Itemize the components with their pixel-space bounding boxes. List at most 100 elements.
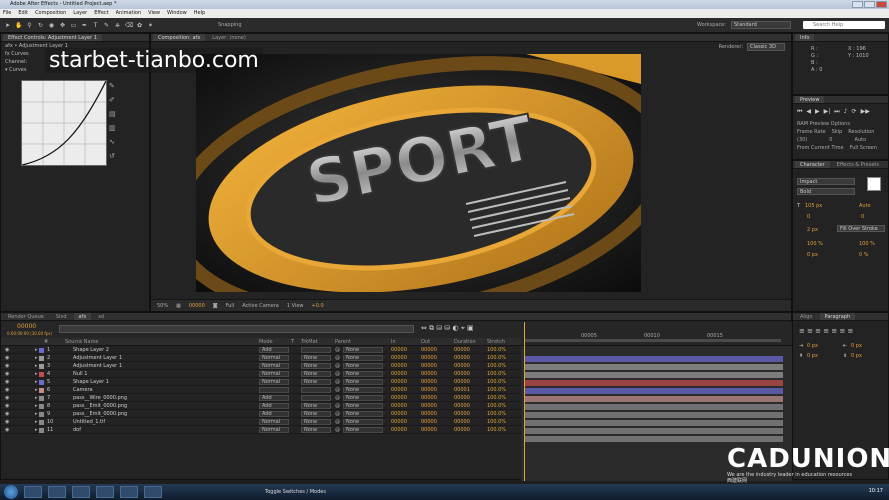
table-row[interactable]: ◉ ▸ 5 Shape Layer 1 Normal None @ None 00000 0000…	[1, 378, 521, 386]
tracking-value[interactable]: 0	[861, 214, 864, 220]
layer-out[interactable]: 00000	[421, 402, 437, 410]
layer-name[interactable]: Adjustment Layer 1	[73, 362, 122, 370]
expand-arrow-icon[interactable]: ▸	[35, 394, 38, 402]
taskbar-app-explorer[interactable]	[24, 486, 42, 498]
expand-arrow-icon[interactable]: ▸	[35, 410, 38, 418]
paragraph-align-icons[interactable]: ≡ ≡ ≡ ≡ ≡ ≡ ≡	[799, 327, 853, 335]
layer-name[interactable]: pass__Emit_0000.png	[73, 410, 127, 418]
expand-arrow-icon[interactable]: ▸	[35, 346, 38, 354]
full-screen-checkbox[interactable]: Full Screen	[850, 144, 877, 152]
layer-stretch[interactable]: 100.0%	[487, 362, 506, 370]
layer-name[interactable]: Untitled_1.tif	[73, 418, 105, 426]
maximize-button[interactable]	[864, 1, 875, 8]
visibility-eye-icon[interactable]: ◉	[5, 410, 9, 418]
taskbar-app-browser[interactable]	[96, 486, 114, 498]
rectangle-tool-icon[interactable]: ▭	[70, 22, 77, 29]
layer-trkmat-select[interactable]	[301, 395, 331, 401]
layer-in[interactable]: 00000	[391, 418, 407, 426]
layer-out[interactable]: 00000	[421, 378, 437, 386]
label-color-swatch[interactable]	[39, 371, 44, 377]
layer-in[interactable]: 00000	[391, 354, 407, 362]
skip-select[interactable]: 0	[829, 136, 832, 144]
layer-mode-select[interactable]: Add	[259, 347, 289, 353]
layer-out[interactable]: 00000	[421, 418, 437, 426]
toggle-switches-modes[interactable]: Toggle Switches / Modes	[265, 489, 326, 495]
taskbar-app-folder[interactable]	[72, 486, 90, 498]
layer-trkmat-select[interactable]: None	[301, 379, 331, 385]
visibility-eye-icon[interactable]: ◉	[5, 346, 9, 354]
layer-parent-select[interactable]: None	[343, 411, 383, 417]
menu-help[interactable]: Help	[194, 9, 205, 18]
first-frame-icon[interactable]: ⏮	[797, 108, 802, 116]
pan-behind-tool-icon[interactable]: ✥	[59, 22, 66, 29]
brush-tool-icon[interactable]: ✎	[103, 22, 110, 29]
expand-arrow-icon[interactable]: ▸	[35, 354, 38, 362]
indent-left-value[interactable]: 0 px	[807, 343, 818, 349]
expand-arrow-icon[interactable]: ▸	[35, 418, 38, 426]
layer-in[interactable]: 00000	[391, 410, 407, 418]
layer-duration-bar[interactable]	[525, 364, 783, 370]
layer-parent-select[interactable]: None	[343, 419, 383, 425]
layer-stretch[interactable]: 100.0%	[487, 378, 506, 386]
taskbar-app-media[interactable]	[48, 486, 66, 498]
menu-view[interactable]: View	[148, 9, 160, 18]
layer-in[interactable]: 00000	[391, 386, 407, 394]
layer-trkmat-select[interactable]: None	[301, 371, 331, 377]
play-icon[interactable]: ▶	[815, 108, 820, 116]
layer-trkmat-select[interactable]: None	[301, 355, 331, 361]
kerning-value[interactable]: 0	[807, 214, 810, 220]
font-size-value[interactable]: 105 px	[805, 203, 822, 209]
curve-open-icon[interactable]: ▤	[109, 110, 116, 118]
tab-sd[interactable]: sd	[93, 313, 109, 320]
label-color-swatch[interactable]	[39, 363, 44, 369]
tab-composition[interactable]: Composition: afx	[153, 34, 206, 41]
parent-pickwhip-icon[interactable]: @	[335, 402, 340, 410]
vertical-scale-value[interactable]: 100 %	[807, 241, 823, 247]
menu-composition[interactable]: Composition	[35, 9, 66, 18]
table-row[interactable]: ◉ ▸ 9 pass__Emit_0000.png Add None @ None 00000 0…	[1, 410, 521, 418]
layer-trkmat-select[interactable]	[301, 347, 331, 353]
layer-parent-select[interactable]: None	[343, 347, 383, 353]
layer-name[interactable]: pass__Emit_0000.png	[73, 402, 127, 410]
menu-window[interactable]: Window	[167, 9, 187, 18]
view-layout-select[interactable]: 1 View	[287, 303, 304, 309]
layer-out[interactable]: 00000	[421, 354, 437, 362]
layer-trkmat-select[interactable]	[301, 387, 331, 393]
layer-name[interactable]: dof	[73, 426, 81, 434]
layer-name[interactable]: Adjustment Layer 1	[73, 354, 122, 362]
layer-name[interactable]: Shape Layer 1	[73, 378, 109, 386]
loop-icon[interactable]: ⟳	[852, 108, 857, 116]
layer-stretch[interactable]: 100.0%	[487, 370, 506, 378]
layer-stretch[interactable]: 100.0%	[487, 418, 506, 426]
horizontal-scale-value[interactable]: 100 %	[859, 241, 875, 247]
layer-in[interactable]: 00000	[391, 394, 407, 402]
layer-trkmat-select[interactable]: None	[301, 419, 331, 425]
layer-stretch[interactable]: 100.0%	[487, 386, 506, 394]
visibility-eye-icon[interactable]: ◉	[5, 418, 9, 426]
puppet-tool-icon[interactable]: ✶	[147, 22, 154, 29]
table-row[interactable]: ◉ ▸ 3 Adjustment Layer 1 Normal None @ None 0000…	[1, 362, 521, 370]
current-time-indicator[interactable]	[524, 322, 525, 481]
layer-stretch[interactable]: 100.0%	[487, 394, 506, 402]
table-row[interactable]: ◉ ▸ 8 pass__Emit_0000.png Add None @ None 00000 0…	[1, 402, 521, 410]
ram-preview-options[interactable]: RAM Preview Options	[793, 120, 888, 128]
close-button[interactable]	[876, 1, 887, 8]
composition-canvas[interactable]: SPORT	[196, 54, 641, 292]
rotate-tool-icon[interactable]: ↻	[37, 22, 44, 29]
layer-mode-select[interactable]: Normal	[259, 363, 289, 369]
parent-pickwhip-icon[interactable]: @	[335, 394, 340, 402]
curve-save-icon[interactable]: ▥	[109, 124, 116, 132]
layer-parent-select[interactable]: None	[343, 371, 383, 377]
layer-stretch[interactable]: 100.0%	[487, 346, 506, 354]
layer-trkmat-select[interactable]: None	[301, 403, 331, 409]
layer-duration[interactable]: 00000	[454, 370, 470, 378]
table-row[interactable]: ◉ ▸ 11 dof Normal None @ None 00000 00000 00000 100…	[1, 426, 521, 434]
visibility-eye-icon[interactable]: ◉	[5, 354, 9, 362]
layer-mode-select[interactable]: Add	[259, 403, 289, 409]
frame-rate-select[interactable]: (30)	[797, 136, 807, 144]
taskbar-app-ae[interactable]	[120, 486, 138, 498]
tab-render-queue[interactable]: Render Queue	[3, 313, 49, 320]
from-current-time-checkbox[interactable]: From Current Time	[797, 144, 844, 152]
label-color-swatch[interactable]	[39, 355, 44, 361]
visibility-eye-icon[interactable]: ◉	[5, 378, 9, 386]
